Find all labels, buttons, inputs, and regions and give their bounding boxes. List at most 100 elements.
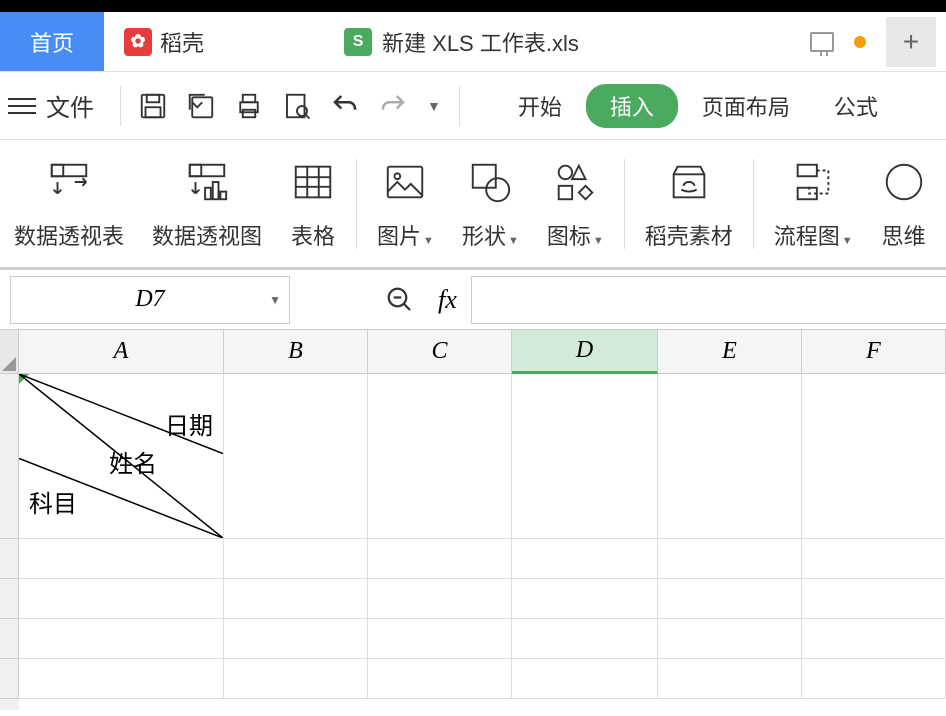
- cell[interactable]: [512, 539, 658, 579]
- cell[interactable]: [224, 619, 368, 659]
- hamburger-menu-icon[interactable]: [8, 98, 36, 114]
- diagonal-label-name: 姓名: [109, 444, 157, 479]
- ribbon-tab-page-layout[interactable]: 页面布局: [682, 90, 810, 122]
- tab-current-file[interactable]: S 新建 XLS 工作表.xls: [324, 12, 599, 71]
- divider: [459, 86, 460, 126]
- divider: [356, 159, 357, 249]
- col-header-e[interactable]: E: [658, 330, 802, 374]
- pivot-table-label: 数据透视表: [14, 219, 124, 251]
- col-header-f[interactable]: F: [802, 330, 946, 374]
- divider: [753, 159, 754, 249]
- table-row: 日期 姓名 科目: [19, 374, 946, 539]
- table-row: [19, 579, 946, 619]
- ribbon-tab-formula[interactable]: 公式: [814, 90, 898, 122]
- status-dot-icon[interactable]: [854, 36, 866, 48]
- cell[interactable]: [802, 659, 946, 699]
- cell[interactable]: [802, 579, 946, 619]
- mindmap-button[interactable]: 思维: [867, 157, 941, 251]
- col-header-b[interactable]: B: [224, 330, 368, 374]
- cell[interactable]: [224, 659, 368, 699]
- row-header-2[interactable]: [0, 539, 19, 579]
- docer-material-label: 稻壳素材: [645, 219, 733, 251]
- ribbon-tab-insert[interactable]: 插入: [586, 84, 678, 128]
- shapes-button[interactable]: 形状▼: [448, 157, 533, 251]
- cell[interactable]: [658, 539, 802, 579]
- cell[interactable]: [802, 374, 946, 539]
- xls-file-icon: S: [344, 28, 372, 56]
- cell-ref-dropdown-icon[interactable]: ▼: [269, 293, 281, 307]
- col-header-d[interactable]: D: [512, 330, 658, 374]
- cell[interactable]: [512, 619, 658, 659]
- quick-toolbar: 文件 ▼ 开始 插入 页面布局 公式: [0, 72, 946, 140]
- ribbon-content: 数据透视表 数据透视图 表格 图片▼ 形状▼ 图标▼ 稻壳素材 流程图▼ 思维: [0, 140, 946, 270]
- cell[interactable]: [368, 659, 512, 699]
- row-header-1[interactable]: [0, 374, 19, 539]
- tab-file-label: 新建 XLS 工作表.xls: [382, 26, 579, 58]
- select-all-corner[interactable]: [0, 330, 19, 374]
- cell-reference-box[interactable]: D7 ▼: [10, 276, 290, 324]
- cell[interactable]: [224, 579, 368, 619]
- spreadsheet-grid: A B C D E F 日期 姓名 科目: [0, 330, 946, 710]
- redo-button[interactable]: [373, 86, 413, 126]
- column-headers: A B C D E F: [19, 330, 946, 374]
- diagonal-label-date: 日期: [165, 406, 213, 441]
- presentation-icon[interactable]: [810, 32, 834, 52]
- icons-button[interactable]: 图标▼: [533, 157, 618, 251]
- tab-docer[interactable]: ✿ 稻壳: [104, 12, 224, 71]
- picture-button[interactable]: 图片▼: [363, 157, 448, 251]
- cell-a1-diagonal-header[interactable]: 日期 姓名 科目: [19, 374, 224, 539]
- row-header-4[interactable]: [0, 619, 19, 659]
- cell[interactable]: [368, 539, 512, 579]
- document-tabs-bar: 首页 ✿ 稻壳 S 新建 XLS 工作表.xls +: [0, 12, 946, 72]
- cell[interactable]: [802, 539, 946, 579]
- cell[interactable]: [19, 579, 224, 619]
- cell[interactable]: [802, 619, 946, 659]
- cell[interactable]: [658, 619, 802, 659]
- cell[interactable]: [658, 579, 802, 619]
- col-header-c[interactable]: C: [368, 330, 512, 374]
- pivot-chart-button[interactable]: 数据透视图: [138, 157, 276, 251]
- cell[interactable]: [368, 579, 512, 619]
- cell[interactable]: [368, 619, 512, 659]
- cell[interactable]: [224, 539, 368, 579]
- shapes-label: 形状▼: [462, 219, 519, 251]
- toolbar-dropdown-icon[interactable]: ▼: [427, 98, 441, 114]
- print-button[interactable]: [229, 86, 269, 126]
- col-header-a[interactable]: A: [19, 330, 224, 374]
- flowchart-button[interactable]: 流程图▼: [760, 157, 867, 251]
- table-row: [19, 619, 946, 659]
- cell[interactable]: [512, 659, 658, 699]
- undo-button[interactable]: [325, 86, 365, 126]
- cell[interactable]: [19, 659, 224, 699]
- cell[interactable]: [512, 374, 658, 539]
- save-button[interactable]: [133, 86, 173, 126]
- new-tab-button[interactable]: +: [886, 17, 936, 67]
- formula-input[interactable]: [471, 276, 946, 324]
- pivot-table-button[interactable]: 数据透视表: [0, 157, 138, 251]
- divider: [120, 86, 121, 126]
- cell[interactable]: [658, 374, 802, 539]
- cell[interactable]: [19, 539, 224, 579]
- diagonal-label-subject: 科目: [29, 484, 77, 519]
- row-headers: [0, 330, 19, 710]
- cell-reference-text: D7: [25, 286, 275, 313]
- window-top-bar: [0, 0, 946, 12]
- save-as-button[interactable]: [181, 86, 221, 126]
- docer-material-button[interactable]: 稻壳素材: [631, 157, 747, 251]
- cell[interactable]: [19, 619, 224, 659]
- cell[interactable]: [658, 659, 802, 699]
- table-label: 表格: [291, 219, 335, 251]
- print-preview-button[interactable]: [277, 86, 317, 126]
- ribbon-tab-start[interactable]: 开始: [498, 90, 582, 122]
- file-menu[interactable]: 文件: [46, 88, 94, 123]
- row-header-3[interactable]: [0, 579, 19, 619]
- tab-home[interactable]: 首页: [0, 12, 104, 71]
- cell[interactable]: [368, 374, 512, 539]
- cell[interactable]: [224, 374, 368, 539]
- table-row: [19, 539, 946, 579]
- row-header-5[interactable]: [0, 659, 19, 699]
- zoom-icon[interactable]: [380, 280, 420, 320]
- cell[interactable]: [512, 579, 658, 619]
- table-button[interactable]: 表格: [276, 157, 350, 251]
- fx-label[interactable]: fx: [438, 285, 457, 315]
